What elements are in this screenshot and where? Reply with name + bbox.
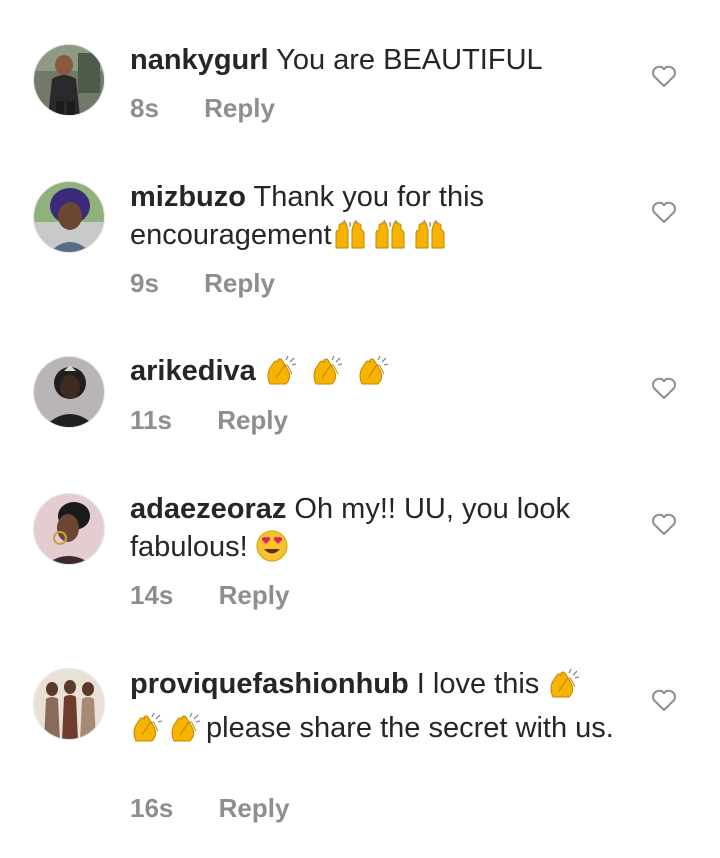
heart-outline-icon[interactable] (651, 64, 677, 88)
clapping-hands-icon (130, 711, 164, 753)
comment-meta: 14s Reply (130, 580, 289, 611)
comment-text-continued: please share the secret with us. (206, 712, 614, 744)
comment-body: mizbuzo Thank you for this encouragement (130, 178, 630, 260)
comment-meta: 8s Reply (130, 93, 275, 124)
comment-meta: 16s Reply (130, 793, 289, 824)
heart-outline-icon[interactable] (651, 688, 677, 712)
comment-text: I love this (416, 668, 540, 700)
comment-timestamp: 16s (130, 793, 174, 823)
reply-button[interactable]: Reply (204, 268, 275, 298)
avatar-photo-icon (34, 494, 104, 564)
heart-outline-icon[interactable] (651, 512, 677, 536)
comment-timestamp: 8s (130, 93, 159, 123)
clapping-hands-icon (168, 711, 202, 753)
comment-meta: 9s Reply (130, 268, 275, 299)
raised-hands-icon (372, 219, 408, 260)
raised-hands-icon (412, 219, 448, 260)
comment-body: adaezeoraz Oh my!! UU, you look fabulous… (130, 490, 630, 572)
heart-eyes-icon (256, 530, 288, 572)
comment-meta: 11s Reply (130, 405, 288, 436)
heart-outline-icon[interactable] (651, 376, 677, 400)
avatar-photo-icon (34, 669, 104, 739)
reply-button[interactable]: Reply (219, 793, 290, 823)
reply-button[interactable]: Reply (217, 405, 288, 435)
avatar[interactable] (33, 356, 105, 428)
comment-body: proviquefashionhub I love this please sh… (130, 665, 630, 753)
clapping-hands-icon (547, 667, 581, 709)
comment-timestamp: 11s (130, 405, 172, 435)
clapping-hands-icon (356, 354, 390, 396)
avatar-photo-icon (34, 182, 104, 252)
comment-username[interactable]: nankygurl (130, 44, 269, 76)
comment-username[interactable]: arikediva (130, 355, 256, 387)
clapping-hands-icon (310, 354, 344, 396)
comment-body: arikediva (130, 352, 630, 396)
avatar[interactable] (33, 493, 105, 565)
reply-button[interactable]: Reply (204, 93, 275, 123)
avatar-photo-icon (34, 45, 104, 115)
clapping-hands-icon (264, 354, 298, 396)
comment-username[interactable]: proviquefashionhub (130, 668, 409, 700)
reply-button[interactable]: Reply (219, 580, 290, 610)
comment-username[interactable]: mizbuzo (130, 181, 246, 213)
heart-outline-icon[interactable] (651, 200, 677, 224)
avatar[interactable] (33, 668, 105, 740)
comment-body: nankygurl You are BEAUTIFUL (130, 41, 630, 79)
comment-username[interactable]: adaezeoraz (130, 493, 286, 525)
raised-hands-icon (332, 219, 368, 260)
comment-timestamp: 14s (130, 580, 174, 610)
comment-text: You are BEAUTIFUL (276, 44, 543, 76)
comment-timestamp: 9s (130, 268, 159, 298)
avatar[interactable] (33, 44, 105, 116)
avatar-photo-icon (34, 357, 104, 427)
avatar[interactable] (33, 181, 105, 253)
